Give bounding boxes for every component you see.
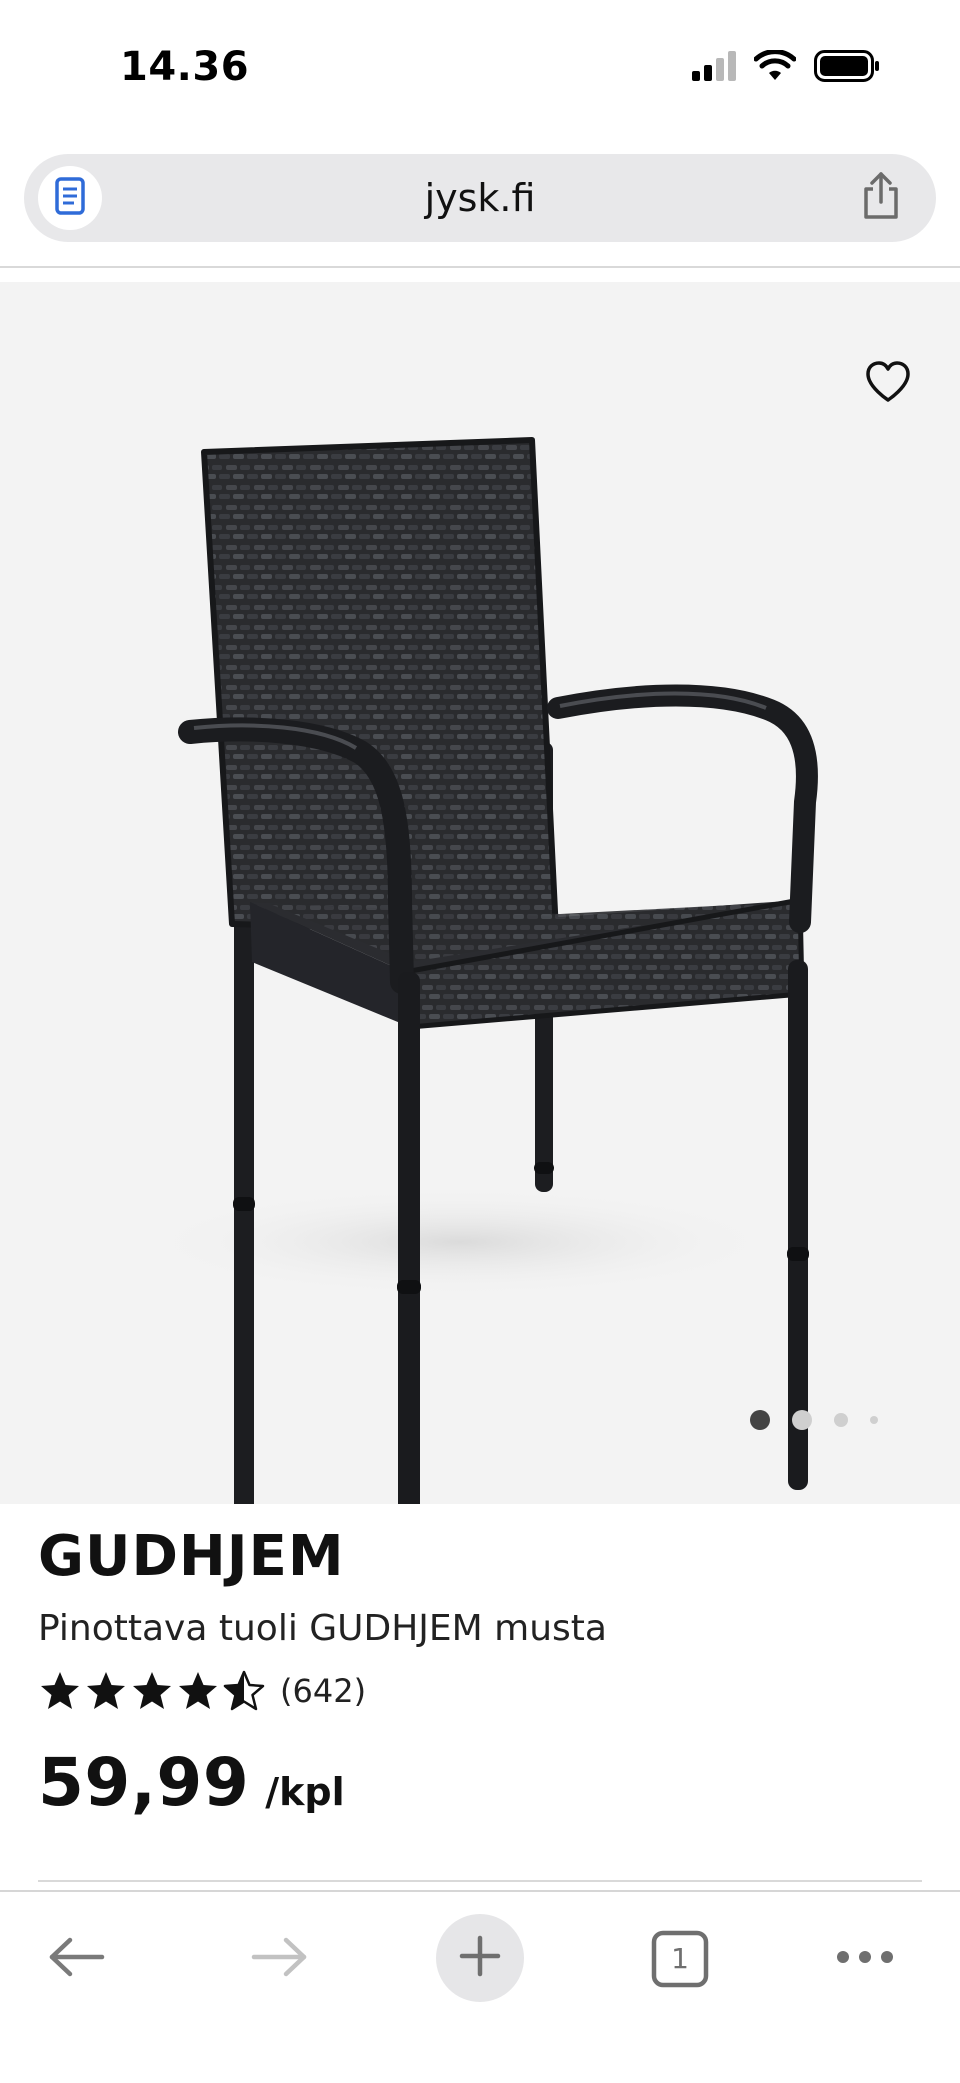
tabs-button[interactable]: 1 [635,1914,725,2004]
new-tab-plus-icon [458,1934,502,1983]
carousel-dot[interactable] [834,1413,848,1427]
wishlist-button[interactable] [856,352,920,416]
heart-icon [865,360,911,408]
share-button[interactable] [856,171,906,225]
more-icon [836,1950,894,1969]
status-time: 14.36 [120,44,250,90]
product-image [140,437,818,1504]
price-row: 59,99 /kpl [38,1744,345,1821]
star-icon [87,1672,125,1709]
product-name: GUDHJEM [38,1524,345,1589]
star-rating [38,1670,266,1712]
divider [38,1880,922,1882]
carousel-dot[interactable] [870,1416,878,1424]
battery-icon [814,50,880,87]
share-icon [860,171,902,225]
cellular-signal-icon [692,51,736,86]
status-icons [692,49,880,87]
half-star-icon [223,1670,265,1711]
divider [0,266,960,268]
forward-arrow-icon [250,1936,308,1983]
carousel-dot[interactable] [792,1410,812,1430]
forward-button[interactable] [234,1914,324,2004]
wifi-icon [753,49,797,87]
star-icon [179,1672,217,1709]
tab-count: 1 [671,1942,689,1975]
carousel-dots[interactable] [750,1410,900,1430]
back-arrow-icon [48,1936,106,1983]
address-bar[interactable]: jysk.fi [24,154,936,242]
price: 59,99 [38,1744,250,1821]
carousel-dot[interactable] [750,1410,770,1430]
star-icon [133,1672,171,1709]
new-tab-button[interactable] [436,1914,524,2002]
browser-toolbar: 1 [0,1890,960,2083]
star-icon [41,1672,79,1709]
url-text[interactable]: jysk.fi [24,176,936,220]
rating-row[interactable]: (642) [38,1670,366,1712]
back-button[interactable] [32,1914,122,2004]
product-description: Pinottava tuoli GUDHJEM musta [38,1608,607,1649]
product-image-carousel[interactable] [0,282,960,1504]
status-bar: 14.36 [0,0,960,140]
review-count[interactable]: (642) [280,1672,366,1710]
price-unit: /kpl [265,1770,345,1814]
tabs-icon: 1 [651,1930,709,1988]
more-button[interactable] [820,1914,910,2004]
